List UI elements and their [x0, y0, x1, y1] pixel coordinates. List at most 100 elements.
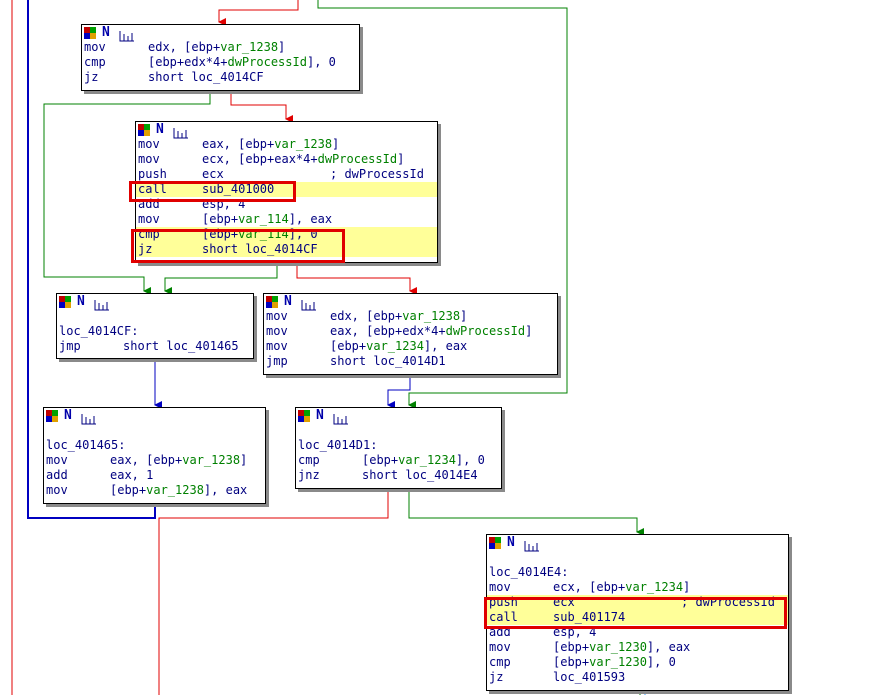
- asm-line-highlighted[interactable]: jz short loc_4014CF: [136, 242, 437, 257]
- asm-line[interactable]: add esp, 4: [487, 625, 788, 640]
- operand-tail: ], 0: [288, 227, 318, 241]
- asm-line[interactable]: mov edx, [ebp+var_1238]: [264, 309, 557, 324]
- operand-tail: ]: [525, 324, 533, 338]
- asm-line[interactable]: mov [ebp+var_1238], eax: [44, 483, 265, 498]
- asm-line[interactable]: mov ecx, [ebp+var_1234]: [487, 580, 788, 595]
- asm-line[interactable]: jz loc_401593: [487, 670, 788, 685]
- code-block-loc-401465[interactable]: N loc_401465: mov eax, [ebp+var_1238] add…: [43, 407, 266, 504]
- mnemonic: cmp: [298, 453, 320, 467]
- graph-color-icon: [138, 124, 151, 136]
- operand: [ebp+: [202, 212, 239, 226]
- mnemonic: cmp: [138, 227, 160, 241]
- mnemonic: push: [489, 595, 518, 609]
- variable: var_1238: [274, 137, 333, 151]
- operand: ecx: [553, 595, 575, 609]
- asm-line[interactable]: mov [ebp+var_1234], eax: [264, 339, 557, 354]
- asm-line[interactable]: mov eax, [ebp+var_1238]: [136, 137, 437, 152]
- code-block-loc-4014cf[interactable]: N loc_4014CF: jmp short loc_401465: [56, 293, 254, 359]
- mnemonic: jz: [489, 670, 504, 684]
- operand: [ebp+: [553, 640, 590, 654]
- asm-line[interactable]: add eax, 1: [44, 468, 265, 483]
- operand: [ebp+: [202, 227, 239, 241]
- graph-view-icon: [332, 410, 350, 425]
- operand: loc_401593: [553, 670, 626, 684]
- operand: eax, [ebp+edx*4+: [330, 324, 446, 338]
- mnemonic: call: [489, 610, 518, 624]
- operand: eax, 1: [110, 468, 154, 482]
- asm-line[interactable]: jz short loc_4014CF: [82, 70, 359, 85]
- comment: ; dwProcessId: [681, 595, 775, 609]
- asm-line[interactable]: mov [ebp+var_114], eax: [136, 212, 437, 227]
- asm-line[interactable]: jnz short loc_4014E4: [296, 468, 501, 483]
- mnemonic: mov: [266, 339, 288, 353]
- operand: short loc_401465: [123, 339, 239, 353]
- mnemonic: add: [46, 468, 68, 482]
- code-block-a[interactable]: N mov edx, [ebp+var_1238] cmp [ebp+edx*4+d…: [81, 24, 360, 91]
- variable: var_114: [238, 227, 289, 241]
- block-label[interactable]: loc_4014CF:: [57, 324, 253, 339]
- variable: dwProcessId: [317, 152, 398, 166]
- code-block-d[interactable]: N mov edx, [ebp+var_1238] mov eax, [ebp+ed…: [263, 293, 558, 375]
- graph-view-icon: [118, 27, 136, 42]
- graph-color-icon: [46, 410, 59, 422]
- asm-line[interactable]: mov [ebp+var_1230], eax: [487, 640, 788, 655]
- operand-tail: ]: [397, 152, 405, 166]
- asm-line[interactable]: mov edx, [ebp+var_1238]: [82, 40, 359, 55]
- graph-color-icon: [298, 410, 311, 422]
- code-block-b[interactable]: N mov eax, [ebp+var_1238] mov ecx, [ebp+ea…: [135, 121, 438, 263]
- code-block-loc-4014d1[interactable]: N loc_4014D1: cmp [ebp+var_1234], 0 jnz sh…: [295, 407, 502, 489]
- comment: ; dwProcessId: [330, 167, 424, 181]
- graph-color-icon: [489, 537, 502, 549]
- mnemonic: cmp: [489, 655, 511, 669]
- operand: eax, [ebp+: [110, 453, 183, 467]
- operand: ecx, [ebp+eax*4+: [202, 152, 318, 166]
- asm-line[interactable]: add esp, 4: [136, 197, 437, 212]
- mnemonic: mov: [84, 40, 106, 54]
- asm-line[interactable]: mov ecx, [ebp+eax*4+dwProcessId]: [136, 152, 437, 167]
- n-icon: N: [102, 25, 110, 40]
- asm-line[interactable]: mov eax, [ebp+var_1238]: [44, 453, 265, 468]
- n-icon: N: [64, 408, 72, 423]
- block-header: N: [487, 535, 788, 552]
- mnemonic: jz: [138, 242, 153, 256]
- asm-line[interactable]: jmp short loc_4014D1: [264, 354, 557, 369]
- variable: var_1238: [146, 483, 204, 497]
- mnemonic: mov: [266, 324, 288, 338]
- operand: short loc_4014CF: [202, 242, 318, 256]
- asm-line-highlighted[interactable]: call sub_401174: [487, 610, 788, 625]
- asm-line[interactable]: push ecx ; dwProcessId: [136, 167, 437, 182]
- asm-line[interactable]: cmp [ebp+edx*4+dwProcessId], 0: [82, 55, 359, 70]
- graph-view-icon: [80, 410, 98, 425]
- operand: [ebp+: [362, 453, 399, 467]
- block-label[interactable]: loc_401465:: [44, 438, 265, 453]
- mnemonic: add: [138, 197, 160, 211]
- asm-line[interactable]: cmp [ebp+var_1234], 0: [296, 453, 501, 468]
- mnemonic: mov: [138, 152, 160, 166]
- operand-tail: ]: [683, 580, 691, 594]
- asm-line-highlighted[interactable]: call sub_401000: [136, 182, 437, 197]
- operand-tail: ], eax: [203, 483, 248, 497]
- operand: short loc_4014CF: [148, 70, 264, 84]
- mnemonic: jmp: [266, 354, 288, 368]
- asm-line-highlighted[interactable]: cmp [ebp+var_114], 0: [136, 227, 437, 242]
- asm-line[interactable]: cmp [ebp+var_1230], 0: [487, 655, 788, 670]
- operand: ecx: [202, 167, 224, 181]
- code-block-loc-4014e4[interactable]: N loc_4014E4: mov ecx, [ebp+var_1234] pus…: [486, 534, 789, 691]
- mnemonic: mov: [489, 640, 511, 654]
- operand: edx, [ebp+: [330, 309, 403, 323]
- variable: dwProcessId: [227, 55, 307, 69]
- block-label[interactable]: loc_4014D1:: [296, 438, 501, 453]
- block-header: N: [57, 294, 253, 311]
- n-icon: N: [156, 122, 164, 137]
- asm-line[interactable]: mov eax, [ebp+edx*4+dwProcessId]: [264, 324, 557, 339]
- variable: var_1238: [220, 40, 279, 54]
- n-icon: N: [284, 294, 292, 309]
- operand-tail: ], 0: [646, 655, 676, 669]
- block-header: N: [44, 408, 265, 425]
- asm-line-highlighted[interactable]: push ecx ; dwProcessId: [487, 595, 788, 610]
- block-header: N: [136, 122, 437, 139]
- mnemonic: mov: [138, 137, 160, 151]
- asm-line[interactable]: jmp short loc_401465: [57, 339, 253, 354]
- block-label[interactable]: loc_4014E4:: [487, 565, 788, 580]
- block-header: N: [296, 408, 501, 425]
